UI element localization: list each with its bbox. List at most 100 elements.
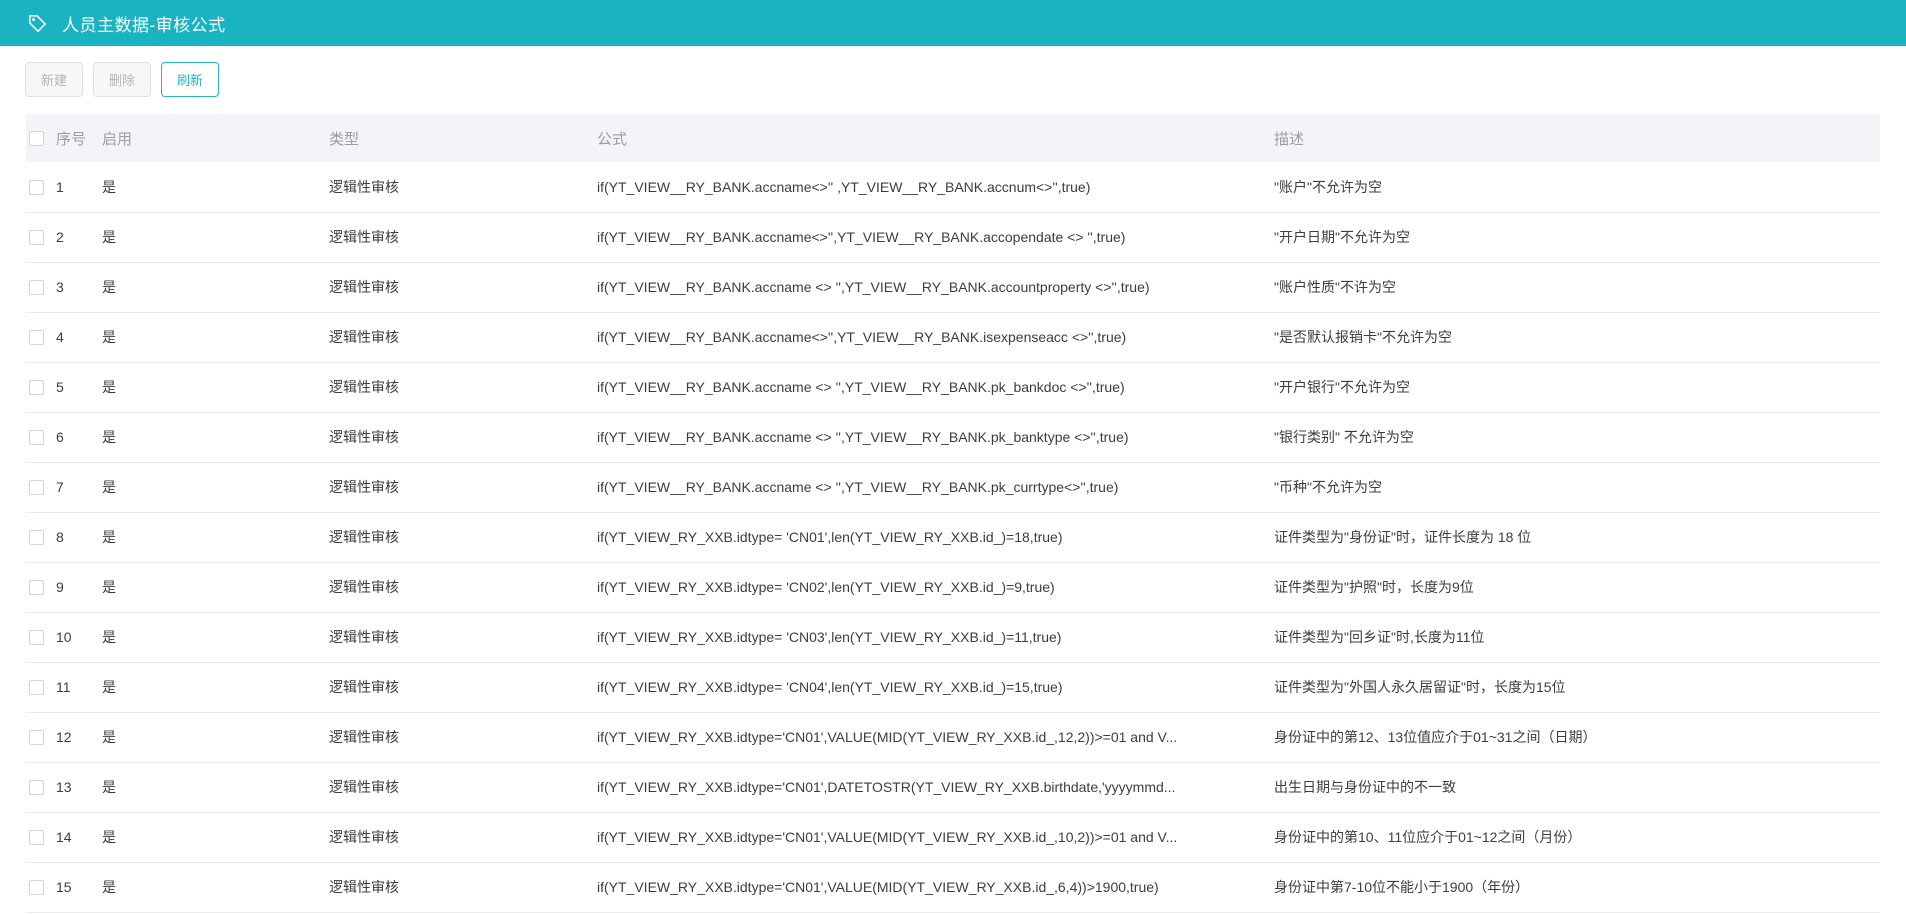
cell-type: 逻辑性审核: [329, 862, 597, 912]
cell-type: 逻辑性审核: [329, 562, 597, 612]
cell-formula: if(YT_VIEW_RY_XXB.idtype='CN01',DATETOST…: [597, 762, 1274, 812]
cell-no: 4: [56, 312, 102, 362]
cell-no: 15: [56, 862, 102, 912]
table-row[interactable]: 13是逻辑性审核if(YT_VIEW_RY_XXB.idtype='CN01',…: [26, 762, 1880, 812]
cell-enabled: 是: [102, 712, 329, 762]
cell-checkbox: [26, 562, 56, 612]
table-row[interactable]: 3是逻辑性审核if(YT_VIEW__RY_BANK.accname <> ''…: [26, 262, 1880, 312]
cell-type: 逻辑性审核: [329, 512, 597, 562]
table-row[interactable]: 11是逻辑性审核if(YT_VIEW_RY_XXB.idtype= 'CN04'…: [26, 662, 1880, 712]
cell-desc: "开户日期"不允许为空: [1274, 212, 1880, 262]
row-checkbox[interactable]: [29, 580, 44, 595]
top-title-bar: 人员主数据-审核公式: [0, 0, 1906, 46]
cell-type: 逻辑性审核: [329, 262, 597, 312]
cell-enabled: 是: [102, 862, 329, 912]
page-title: 人员主数据-审核公式: [62, 11, 226, 36]
row-checkbox[interactable]: [29, 480, 44, 495]
table-row[interactable]: 15是逻辑性审核if(YT_VIEW_RY_XXB.idtype='CN01',…: [26, 862, 1880, 912]
cell-no: 13: [56, 762, 102, 812]
cell-checkbox: [26, 512, 56, 562]
cell-no: 7: [56, 462, 102, 512]
cell-desc: 证件类型为"回乡证"时,长度为11位: [1274, 612, 1880, 662]
cell-checkbox: [26, 662, 56, 712]
cell-no: 2: [56, 212, 102, 262]
cell-type: 逻辑性审核: [329, 812, 597, 862]
cell-desc: "账户"不允许为空: [1274, 162, 1880, 212]
cell-formula: if(YT_VIEW__RY_BANK.accname <> '',YT_VIE…: [597, 362, 1274, 412]
table-row[interactable]: 8是逻辑性审核if(YT_VIEW_RY_XXB.idtype= 'CN01',…: [26, 512, 1880, 562]
cell-no: 8: [56, 512, 102, 562]
cell-type: 逻辑性审核: [329, 662, 597, 712]
column-header-formula: 公式: [597, 114, 1274, 162]
column-header-no: 序号: [56, 114, 102, 162]
cell-desc: 证件类型为"外国人永久居留证"时，长度为15位: [1274, 662, 1880, 712]
row-checkbox[interactable]: [29, 680, 44, 695]
cell-enabled: 是: [102, 362, 329, 412]
row-checkbox[interactable]: [29, 280, 44, 295]
cell-no: 10: [56, 612, 102, 662]
cell-formula: if(YT_VIEW_RY_XXB.idtype= 'CN04',len(YT_…: [597, 662, 1274, 712]
cell-desc: "开户银行"不允许为空: [1274, 362, 1880, 412]
cell-checkbox: [26, 462, 56, 512]
column-header-desc: 描述: [1274, 114, 1880, 162]
cell-checkbox: [26, 612, 56, 662]
cell-desc: "币种"不允许为空: [1274, 462, 1880, 512]
cell-type: 逻辑性审核: [329, 312, 597, 362]
table-row[interactable]: 9是逻辑性审核if(YT_VIEW_RY_XXB.idtype= 'CN02',…: [26, 562, 1880, 612]
row-checkbox[interactable]: [29, 730, 44, 745]
cell-no: 14: [56, 812, 102, 862]
cell-formula: if(YT_VIEW_RY_XXB.idtype= 'CN03',len(YT_…: [597, 612, 1274, 662]
cell-checkbox: [26, 762, 56, 812]
column-header-enabled: 启用: [102, 114, 329, 162]
cell-checkbox: [26, 212, 56, 262]
table-row[interactable]: 10是逻辑性审核if(YT_VIEW_RY_XXB.idtype= 'CN03'…: [26, 612, 1880, 662]
cell-desc: "银行类别" 不允许为空: [1274, 412, 1880, 462]
refresh-button[interactable]: 刷新: [161, 62, 219, 97]
tag-icon: [27, 13, 48, 34]
cell-enabled: 是: [102, 312, 329, 362]
row-checkbox[interactable]: [29, 380, 44, 395]
table-row[interactable]: 1是逻辑性审核if(YT_VIEW__RY_BANK.accname<>'' ,…: [26, 162, 1880, 212]
row-checkbox[interactable]: [29, 780, 44, 795]
delete-button[interactable]: 删除: [93, 62, 151, 97]
cell-type: 逻辑性审核: [329, 612, 597, 662]
cell-desc: 身份证中第7-10位不能小于1900（年份）: [1274, 862, 1880, 912]
table-row[interactable]: 4是逻辑性审核if(YT_VIEW__RY_BANK.accname<>'',Y…: [26, 312, 1880, 362]
row-checkbox[interactable]: [29, 180, 44, 195]
column-header-type: 类型: [329, 114, 597, 162]
table-row[interactable]: 12是逻辑性审核if(YT_VIEW_RY_XXB.idtype='CN01',…: [26, 712, 1880, 762]
cell-desc: 身份证中的第12、13位值应介于01~31之间（日期）: [1274, 712, 1880, 762]
cell-formula: if(YT_VIEW_RY_XXB.idtype='CN01',VALUE(MI…: [597, 812, 1274, 862]
row-checkbox[interactable]: [29, 530, 44, 545]
cell-formula: if(YT_VIEW_RY_XXB.idtype='CN01',VALUE(MI…: [597, 712, 1274, 762]
cell-type: 逻辑性审核: [329, 212, 597, 262]
table-row[interactable]: 7是逻辑性审核if(YT_VIEW__RY_BANK.accname <> ''…: [26, 462, 1880, 512]
select-all-checkbox[interactable]: [29, 131, 44, 146]
table-row[interactable]: 14是逻辑性审核if(YT_VIEW_RY_XXB.idtype='CN01',…: [26, 812, 1880, 862]
cell-checkbox: [26, 412, 56, 462]
row-checkbox[interactable]: [29, 830, 44, 845]
cell-enabled: 是: [102, 412, 329, 462]
table-row[interactable]: 2是逻辑性审核if(YT_VIEW__RY_BANK.accname<>'',Y…: [26, 212, 1880, 262]
row-checkbox[interactable]: [29, 880, 44, 895]
row-checkbox[interactable]: [29, 230, 44, 245]
cell-desc: 证件类型为"护照"时，长度为9位: [1274, 562, 1880, 612]
cell-formula: if(YT_VIEW_RY_XXB.idtype='CN01',VALUE(MI…: [597, 862, 1274, 912]
cell-no: 5: [56, 362, 102, 412]
cell-type: 逻辑性审核: [329, 162, 597, 212]
table-row[interactable]: 6是逻辑性审核if(YT_VIEW__RY_BANK.accname <> ''…: [26, 412, 1880, 462]
cell-type: 逻辑性审核: [329, 412, 597, 462]
cell-enabled: 是: [102, 812, 329, 862]
cell-enabled: 是: [102, 662, 329, 712]
cell-enabled: 是: [102, 262, 329, 312]
cell-enabled: 是: [102, 762, 329, 812]
cell-desc: 证件类型为"身份证"时，证件长度为 18 位: [1274, 512, 1880, 562]
cell-desc: 出生日期与身份证中的不一致: [1274, 762, 1880, 812]
cell-checkbox: [26, 312, 56, 362]
row-checkbox[interactable]: [29, 630, 44, 645]
cell-checkbox: [26, 262, 56, 312]
row-checkbox[interactable]: [29, 330, 44, 345]
row-checkbox[interactable]: [29, 430, 44, 445]
table-row[interactable]: 5是逻辑性审核if(YT_VIEW__RY_BANK.accname <> ''…: [26, 362, 1880, 412]
new-button[interactable]: 新建: [25, 62, 83, 97]
